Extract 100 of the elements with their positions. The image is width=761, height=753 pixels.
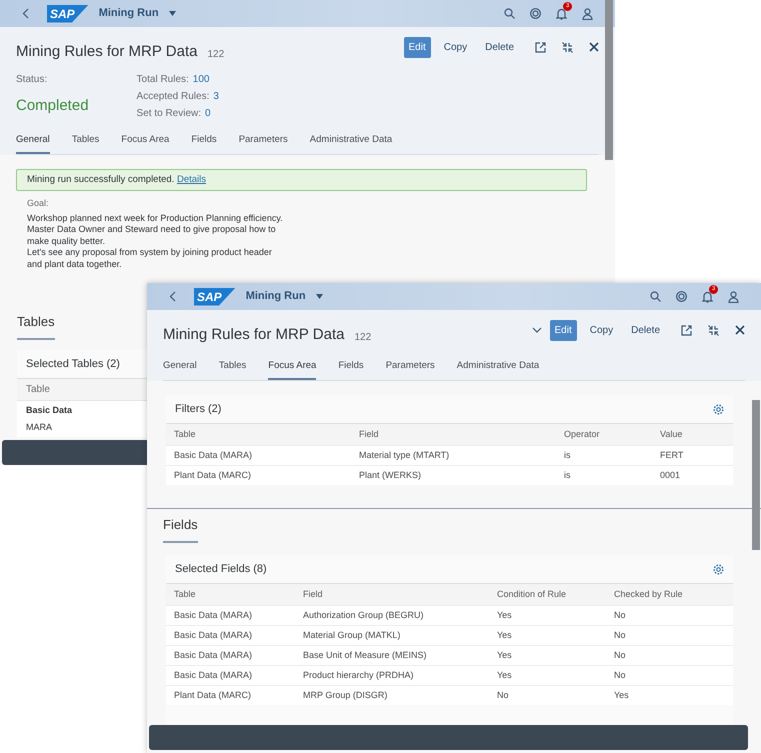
action-button[interactable]: Copy bbox=[438, 36, 472, 58]
column-header: Table bbox=[166, 424, 351, 446]
table-cell: Basic Data (MARA) bbox=[166, 646, 295, 666]
table-cell: Base Unit of Measure (MEINS) bbox=[295, 646, 489, 666]
action-button[interactable]: Delete bbox=[626, 320, 665, 341]
share-icon[interactable] bbox=[535, 42, 546, 53]
table-cell: No bbox=[606, 666, 733, 686]
table-cell: is bbox=[556, 466, 652, 486]
caret-icon[interactable] bbox=[168, 11, 176, 16]
user-icon[interactable] bbox=[728, 290, 739, 302]
tab[interactable]: Fields bbox=[338, 358, 364, 380]
status-label: Status: bbox=[16, 72, 48, 86]
share-icon[interactable] bbox=[681, 324, 692, 336]
table-cell: No bbox=[489, 686, 606, 706]
column-header: Table bbox=[26, 384, 50, 395]
close-icon[interactable] bbox=[589, 42, 599, 52]
table-cell: MRP Group (DISGR) bbox=[295, 686, 489, 706]
column-header: Field bbox=[295, 584, 489, 606]
table-cell: 0001 bbox=[652, 466, 733, 486]
target-icon[interactable] bbox=[530, 8, 541, 19]
page-title: Mining Rules for MRP Data bbox=[163, 325, 344, 345]
table-cell: Plant Data (MARC) bbox=[166, 686, 295, 706]
table-cell: Basic Data (MARA) bbox=[166, 666, 295, 686]
action-button[interactable]: Edit bbox=[550, 320, 577, 341]
table-cell: FERT bbox=[652, 446, 733, 466]
table-cell: is bbox=[556, 446, 652, 466]
column-header: Operator bbox=[556, 424, 652, 446]
back-icon[interactable] bbox=[169, 291, 176, 302]
exit-fullscreen-icon[interactable] bbox=[708, 324, 719, 336]
logo: SAP bbox=[194, 288, 236, 306]
card-title: Filters (2) bbox=[175, 402, 222, 417]
tab[interactable]: Fields bbox=[191, 132, 217, 154]
status-value: Completed bbox=[16, 96, 89, 116]
page-title: Mining Rules for MRP Data bbox=[16, 42, 198, 62]
tab[interactable]: Tables bbox=[218, 358, 246, 380]
tab[interactable]: Parameters bbox=[386, 358, 435, 380]
table-cell: Product hierarchy (PRDHA) bbox=[295, 666, 489, 686]
object-count: 122 bbox=[207, 48, 224, 62]
logo: SAP bbox=[47, 4, 89, 22]
table-cell: Plant (WERKS) bbox=[351, 466, 556, 486]
message-text: Mining run successfully completed. bbox=[27, 174, 176, 185]
bell-icon[interactable] bbox=[702, 290, 713, 302]
object-count: 122 bbox=[354, 330, 372, 345]
column-header: Value bbox=[652, 424, 733, 446]
target-icon[interactable] bbox=[676, 291, 687, 302]
scrollbar[interactable] bbox=[752, 400, 760, 550]
kpi-label: Accepted Rules: bbox=[136, 90, 210, 104]
column-header: Checked by Rule bbox=[606, 584, 733, 606]
user-icon[interactable] bbox=[582, 8, 593, 20]
tab[interactable]: General bbox=[163, 358, 197, 380]
search-icon[interactable] bbox=[504, 8, 515, 19]
table-cell: Material Group (MATKL) bbox=[295, 626, 489, 646]
section-title: Fields bbox=[163, 515, 198, 543]
tab[interactable]: Tables bbox=[72, 132, 100, 154]
tab[interactable]: Administrative Data bbox=[310, 132, 392, 154]
table-cell: Basic Data (MARA) bbox=[166, 606, 295, 626]
settings-icon[interactable] bbox=[713, 404, 724, 414]
goal-text: Workshop planned next week for Production Planning efficiency. Master Data Owner and Steward need to give proposal how to make quality better. Let's see any proposal from system by joining product header and plant data together. bbox=[27, 212, 284, 270]
section-title: Tables bbox=[17, 312, 55, 340]
app-title[interactable]: Mining Run bbox=[246, 288, 306, 305]
tab[interactable]: Parameters bbox=[238, 132, 288, 154]
tab[interactable]: Focus Area bbox=[121, 132, 170, 154]
search-icon[interactable] bbox=[650, 291, 661, 302]
table-cell: Basic Data (MARA) bbox=[166, 626, 295, 646]
table-cell: Authorization Group (BEGRU) bbox=[295, 606, 489, 626]
table-cell: Yes bbox=[489, 606, 606, 626]
bell-icon[interactable] bbox=[556, 8, 567, 20]
caret-icon[interactable] bbox=[316, 294, 323, 299]
kpi-value[interactable]: 100 bbox=[192, 72, 210, 86]
action-button[interactable]: Edit bbox=[404, 36, 431, 58]
table-cell: Yes bbox=[489, 646, 606, 666]
details-link[interactable]: Details bbox=[176, 174, 206, 185]
settings-icon[interactable] bbox=[713, 564, 724, 574]
table-cell: Yes bbox=[489, 666, 606, 686]
action-button[interactable]: Delete bbox=[480, 36, 519, 58]
table-cell: Basic Data (MARA) bbox=[166, 446, 351, 466]
table-cell: Yes bbox=[606, 686, 733, 706]
kpi-label: Set to Review: bbox=[136, 106, 202, 120]
app-title[interactable]: Mining Run bbox=[98, 5, 159, 22]
back-icon[interactable] bbox=[22, 8, 29, 19]
column-header: Condition of Rule bbox=[489, 584, 606, 606]
action-button[interactable]: Copy bbox=[584, 320, 618, 341]
table-cell: No bbox=[606, 626, 733, 646]
kpi-value[interactable]: 0 bbox=[205, 106, 211, 120]
table-cell: Yes bbox=[489, 626, 606, 646]
close-icon[interactable] bbox=[735, 325, 745, 336]
column-header: Table bbox=[166, 584, 295, 606]
card-title: Selected Fields (8) bbox=[175, 562, 267, 577]
scrollbar[interactable] bbox=[605, 0, 613, 160]
collapse-icon[interactable] bbox=[532, 327, 542, 334]
table-cell: No bbox=[606, 646, 733, 666]
tab[interactable]: Administrative Data bbox=[456, 358, 540, 380]
exit-fullscreen-icon[interactable] bbox=[562, 42, 573, 53]
table-cell: Plant Data (MARC) bbox=[166, 466, 351, 486]
table-cell: MARA bbox=[26, 421, 52, 434]
goal-label: Goal: bbox=[27, 197, 50, 210]
group-label: Basic Data bbox=[26, 404, 72, 417]
table-cell: No bbox=[606, 606, 733, 626]
table-cell: Material type (MTART) bbox=[351, 446, 556, 466]
kpi-value[interactable]: 3 bbox=[213, 88, 219, 104]
